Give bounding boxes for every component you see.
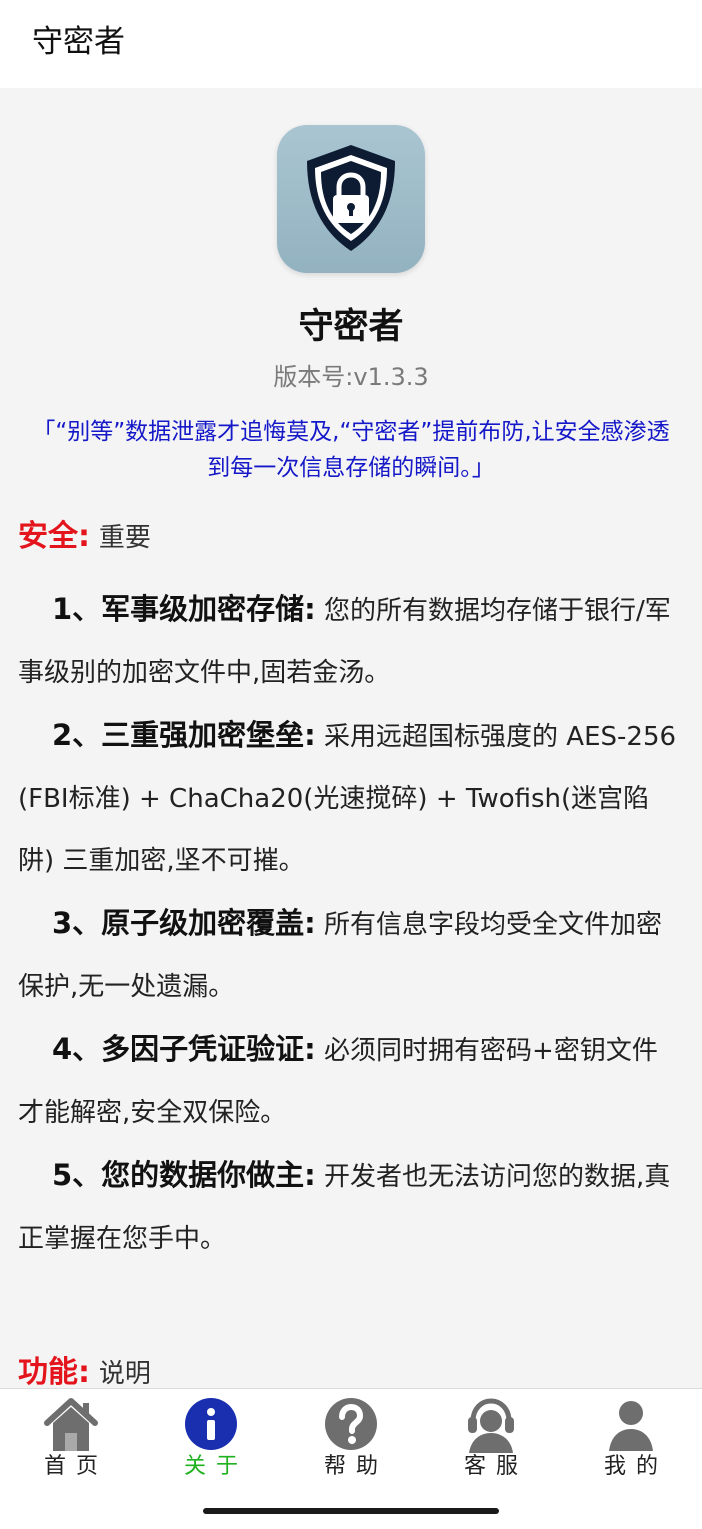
about-content[interactable]: 守密者 版本号:v1.3.3 「“别等”数据泄露才追悔莫及,“守密者”提前布防,… (0, 88, 702, 1388)
tab-help[interactable]: 帮助 (281, 1395, 421, 1485)
security-section-key: 安全: (18, 519, 90, 554)
tab-home[interactable]: 首页 (1, 1395, 141, 1485)
tab-profile[interactable]: 我的 (561, 1395, 701, 1485)
function-section-heading: 功能: 说明 (18, 1354, 151, 1388)
feature-item: 4、多因子凭证验证: 必须同时拥有密码+密钥文件才能解密,安全双保险。 (18, 1018, 678, 1144)
feature-item: 2、三重强加密堡垒: 采用远超国标强度的 AES-256 (FBI标准) + C… (18, 704, 678, 892)
app-header: 守密者 (0, 0, 702, 88)
version-label: 版本号: (273, 363, 354, 391)
tab-label: 关于 (183, 1454, 248, 1479)
security-section-heading: 安全: 重要 (18, 518, 151, 557)
feature-title: 2、三重强加密堡垒: (52, 718, 316, 752)
version-value: v1.3.3 (353, 363, 429, 391)
slogan-text: 「“别等”数据泄露才追悔莫及,“守密者”提前布防,让安全感渗透到每一次信息存储的… (32, 419, 670, 481)
tab-label: 帮助 (323, 1454, 388, 1479)
help-icon (325, 1398, 377, 1450)
feature-item: 5、您的数据你做主: 开发者也无法访问您的数据,真正掌握在您手中。 (18, 1144, 678, 1270)
function-section-key: 功能: (18, 1355, 90, 1388)
feature-title: 3、原子级加密覆盖: (52, 906, 316, 940)
info-icon (185, 1398, 237, 1450)
tab-customer-service[interactable]: 客服 (421, 1395, 561, 1485)
tab-about[interactable]: 关于 (141, 1395, 281, 1485)
function-section-value: 说明 (98, 1359, 151, 1388)
tab-label: 首页 (43, 1454, 108, 1479)
tab-label: 客服 (463, 1454, 528, 1479)
feature-title: 5、您的数据你做主: (52, 1158, 316, 1192)
user-icon (609, 1401, 653, 1451)
feature-title: 4、多因子凭证验证: (52, 1032, 316, 1066)
header-title: 守密者 (32, 24, 125, 60)
feature-item: 3、原子级加密覆盖: 所有信息字段均受全文件加密保护,无一处遗漏。 (18, 892, 678, 1018)
shield-lock-icon (307, 145, 395, 251)
feature-item: 1、军事级加密存储: 您的所有数据均存储于银行/军事级别的加密文件中,固若金汤。 (18, 578, 678, 704)
home-icon (44, 1398, 98, 1451)
headset-icon (468, 1398, 514, 1453)
version-row: 版本号:v1.3.3 (0, 360, 702, 394)
feature-list: 1、军事级加密存储: 您的所有数据均存储于银行/军事级别的加密文件中,固若金汤。… (18, 578, 678, 1270)
home-indicator[interactable] (203, 1508, 499, 1514)
tab-label: 我的 (603, 1454, 668, 1479)
app-logo (277, 125, 425, 273)
security-section-value: 重要 (98, 523, 151, 553)
app-name: 守密者 (298, 307, 404, 347)
feature-title: 1、军事级加密存储: (52, 592, 316, 626)
